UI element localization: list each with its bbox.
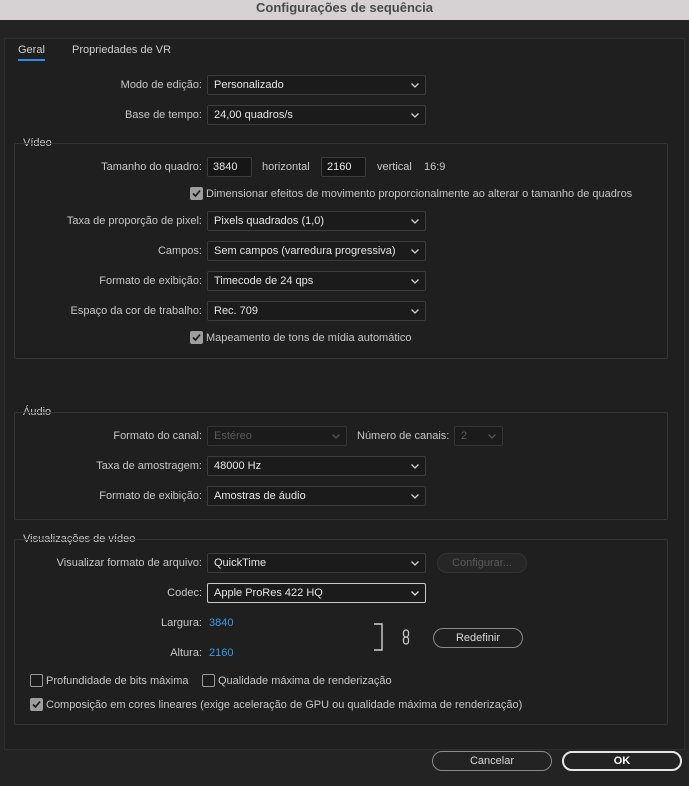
window-title: Configurações de sequência	[256, 0, 433, 15]
chevron-down-icon	[410, 80, 420, 90]
sample-rate-label: Taxa de amostragem:	[96, 460, 202, 472]
edit-mode-select[interactable]: Personalizado	[207, 75, 426, 95]
tone-mapping-checkbox[interactable]	[190, 331, 203, 344]
codec-label: Codec:	[167, 587, 202, 599]
num-channels-value: 2	[461, 430, 468, 442]
frame-size-label: Tamanho do quadro:	[101, 161, 202, 173]
channel-format-label: Formato do canal:	[113, 430, 202, 442]
color-space-select[interactable]: Rec. 709	[207, 301, 426, 321]
tab-vr-properties[interactable]: Propriedades de VR	[72, 44, 171, 56]
chevron-down-icon	[410, 276, 420, 286]
video-display-format-label: Formato de exibição:	[99, 275, 202, 287]
channel-format-select: Estéreo	[207, 426, 347, 446]
preview-width-value[interactable]: 3840	[209, 617, 233, 629]
timebase-value: 24,00 quadros/s	[214, 109, 293, 121]
num-channels-label: Número de canais:	[357, 430, 450, 442]
edit-mode-label: Modo de edição:	[120, 79, 202, 91]
tone-mapping-label: Mapeamento de tons de mídia automático	[206, 332, 412, 344]
video-display-format-select[interactable]: Timecode de 24 qps	[207, 271, 426, 291]
chevron-down-icon	[410, 558, 420, 568]
chevron-down-icon	[410, 491, 420, 501]
frame-width-field[interactable]: 3840	[207, 157, 252, 177]
video-display-format-value: Timecode de 24 qps	[214, 275, 314, 287]
reset-button[interactable]: Redefinir	[433, 628, 523, 648]
audio-display-format-label: Formato de exibição:	[99, 490, 202, 502]
codec-value: Apple ProRes 422 HQ	[214, 587, 323, 599]
preview-file-format-label: Visualizar formato de arquivo:	[56, 557, 202, 569]
max-render-quality-label: Qualidade máxima de renderização	[218, 675, 392, 687]
max-render-quality-checkbox[interactable]	[202, 674, 215, 687]
tab-geral[interactable]: Geral	[18, 44, 45, 56]
fields-label: Campos:	[157, 245, 202, 257]
chevron-down-icon	[487, 431, 497, 441]
chevron-down-icon	[410, 110, 420, 120]
preview-file-format-value: QuickTime	[214, 557, 267, 569]
max-bit-depth-checkbox[interactable]	[30, 674, 43, 687]
timebase-label: Base de tempo:	[124, 109, 202, 121]
window-titlebar: Configurações de sequência	[0, 0, 689, 20]
ok-button[interactable]: OK	[562, 751, 682, 771]
aspect-ratio-text: 16:9	[424, 161, 446, 173]
chevron-down-icon	[410, 306, 420, 316]
sample-rate-value: 48000 Hz	[214, 460, 262, 472]
horizontal-label: horizontal	[262, 161, 310, 173]
max-bit-depth-label: Profundidade de bits máxima	[46, 675, 189, 687]
fields-select[interactable]: Sem campos (varredura progressiva)	[207, 241, 426, 261]
chevron-down-icon	[331, 431, 341, 441]
chevron-down-icon	[410, 246, 420, 256]
checkmark-icon	[192, 189, 201, 198]
pixel-aspect-label: Taxa de proporção de pixel:	[66, 215, 202, 227]
bracket-icon	[372, 623, 384, 651]
vertical-label: vertical	[377, 161, 412, 173]
pixel-aspect-select[interactable]: Pixels quadrados (1,0)	[207, 211, 426, 231]
checkmark-icon	[192, 333, 201, 342]
edit-mode-value: Personalizado	[214, 79, 284, 91]
fields-value: Sem campos (varredura progressiva)	[214, 245, 396, 257]
preview-height-label: Altura:	[170, 647, 202, 659]
checkmark-icon	[32, 700, 41, 709]
link-icon[interactable]	[401, 629, 411, 645]
scale-effects-checkbox[interactable]	[190, 187, 203, 200]
color-space-label: Espaço da cor de trabalho:	[70, 305, 202, 317]
frame-height-field[interactable]: 2160	[321, 157, 366, 177]
cancel-button[interactable]: Cancelar	[432, 751, 552, 771]
linear-color-label: Composição em cores lineares (exige acel…	[46, 699, 523, 711]
pixel-aspect-value: Pixels quadrados (1,0)	[214, 215, 325, 227]
num-channels-select: 2	[454, 426, 503, 446]
color-space-value: Rec. 709	[214, 305, 259, 317]
codec-select[interactable]: Apple ProRes 422 HQ	[207, 583, 426, 603]
sample-rate-select[interactable]: 48000 Hz	[207, 456, 426, 476]
preview-file-format-select[interactable]: QuickTime	[207, 553, 426, 573]
chevron-down-icon	[410, 588, 420, 598]
audio-display-format-select[interactable]: Amostras de áudio	[207, 486, 426, 506]
preview-width-label: Largura:	[161, 617, 202, 629]
channel-format-value: Estéreo	[214, 430, 252, 442]
chevron-down-icon	[410, 216, 420, 226]
scale-effects-label: Dimensionar efeitos de movimento proporc…	[206, 188, 633, 200]
linear-color-checkbox[interactable]	[30, 698, 43, 711]
timebase-select[interactable]: 24,00 quadros/s	[207, 105, 426, 125]
chevron-down-icon	[410, 461, 420, 471]
preview-height-value[interactable]: 2160	[209, 647, 233, 659]
audio-display-format-value: Amostras de áudio	[214, 490, 306, 502]
active-tab-indicator	[18, 59, 45, 61]
configure-button[interactable]: Configurar...	[437, 553, 527, 573]
